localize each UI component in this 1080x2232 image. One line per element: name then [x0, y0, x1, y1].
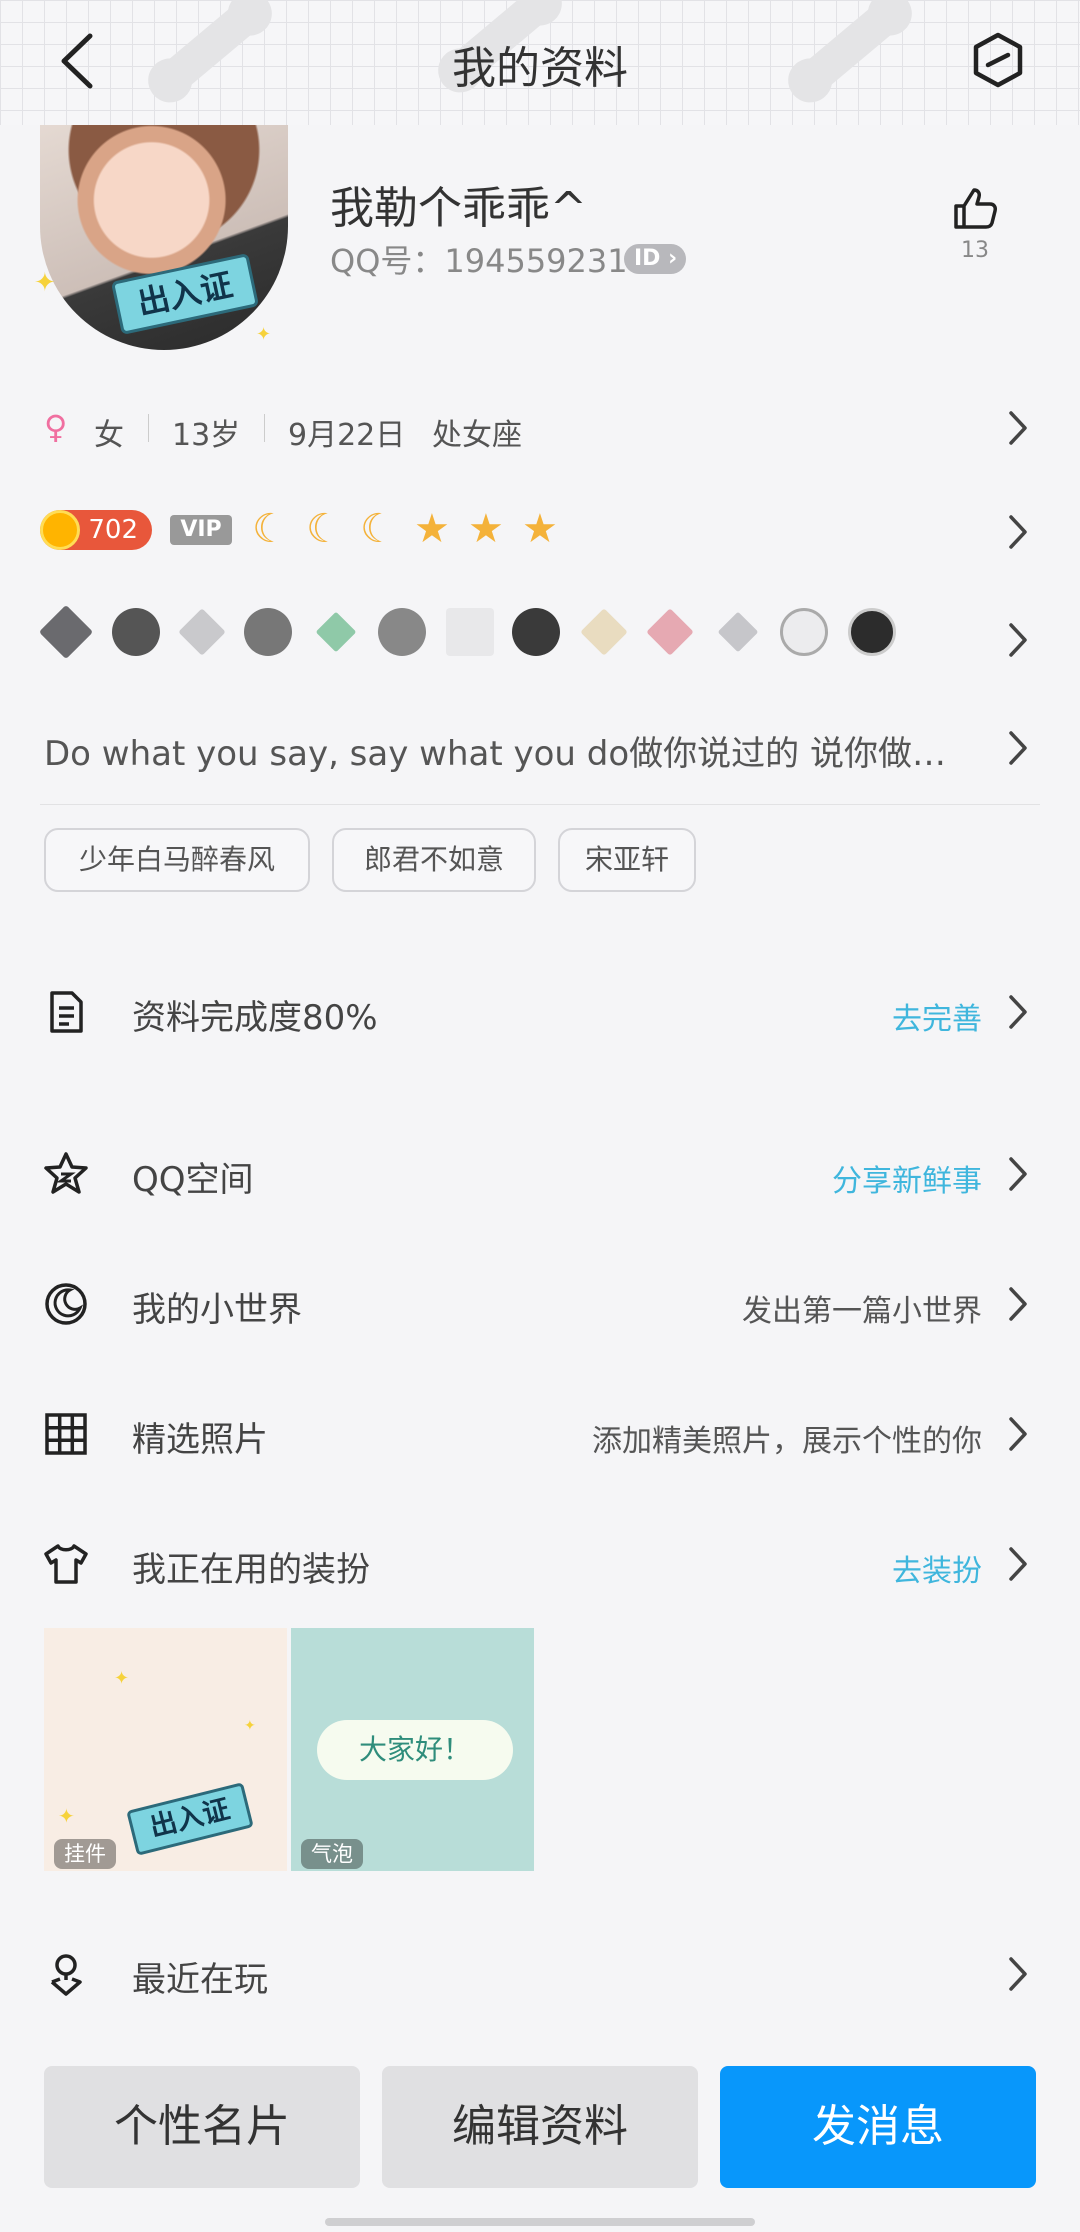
featured-photos-label: 精选照片 [132, 1420, 268, 1460]
home-indicator[interactable] [325, 2218, 755, 2226]
small-world-row[interactable]: 我的小世界 发出第一篇小世界 [0, 1264, 1080, 1344]
profile-card-button[interactable]: 个性名片 [44, 2066, 360, 2188]
qzone-row[interactable]: QQ空间 分享新鲜事 [0, 1134, 1080, 1214]
chevron-right-icon [1009, 623, 1027, 657]
page-title: 我的资料 [452, 43, 628, 94]
edit-profile-button[interactable]: 编辑资料 [382, 2066, 698, 2188]
pendant-dress-item[interactable]: ✦ ✦ ✦ 出入证 挂件 [44, 1628, 287, 1871]
dress-up-row[interactable]: 我正在用的装扮 去装扮 [0, 1524, 1080, 1604]
birthday-text: 9月22日 [288, 418, 406, 453]
tag-chip[interactable]: 少年白马醉春风 [44, 828, 310, 892]
chevron-right-icon [1009, 1287, 1027, 1321]
recently-playing-label: 最近在玩 [132, 1960, 268, 2000]
diamond-medal-icon [580, 608, 628, 656]
small-world-label: 我的小世界 [132, 1290, 302, 1330]
sparkle-icon: ✦ [58, 1804, 75, 1828]
tag-chip[interactable]: 宋亚轩 [558, 828, 696, 892]
id-badge[interactable]: ID › [624, 244, 686, 274]
thumbs-up-icon [954, 188, 997, 229]
basic-info-row[interactable]: ♀ 女 13岁 9月22日 处女座 [0, 398, 1080, 458]
moon-level-icon: ☾ [306, 506, 342, 552]
separator [264, 414, 265, 442]
zodiac-text: 处女座 [432, 418, 522, 453]
signature-text: Do what you say, say what you do做你说过的 说你… [44, 734, 974, 774]
diamond-medal-icon [717, 611, 759, 653]
chevron-right-icon [1009, 1957, 1027, 1991]
complete-profile-link[interactable]: 去完善 [892, 994, 982, 1038]
moon-level-icon: ☾ [360, 506, 396, 552]
moon-level-icon: ☾ [252, 506, 288, 552]
qq-number: QQ号：194559231 [330, 242, 628, 280]
send-message-button[interactable]: 发消息 [720, 2066, 1036, 2188]
diamond-medal-icon [178, 608, 226, 656]
separator [148, 414, 149, 442]
diamond-medal-icon [315, 611, 357, 653]
medal-icon [112, 608, 160, 656]
chevron-right-icon [1009, 731, 1027, 765]
cloud-medal-icon [780, 608, 828, 656]
post-first-world-link[interactable]: 发出第一篇小世界 [742, 1286, 982, 1330]
game-medal-icon [848, 608, 896, 656]
tag-chip[interactable]: 郎君不如意 [332, 828, 536, 892]
top-bar: 我的资料 [0, 0, 1080, 125]
chevron-right-icon [1009, 1417, 1027, 1451]
profile-completion-row[interactable]: 资料完成度80% 去完善 [0, 972, 1080, 1052]
medal-icon [244, 608, 292, 656]
sparkle-icon: ✦ [256, 324, 272, 345]
chevron-right-icon [1009, 411, 1027, 445]
sparkle-icon: ✦ [114, 1668, 130, 1689]
gender-text: 女 [94, 418, 124, 453]
chevron-right-icon [1009, 515, 1027, 549]
moon-circle-icon [45, 1283, 87, 1325]
medal-icon [446, 608, 494, 656]
divider [40, 804, 1040, 805]
like-button[interactable]: 13 [940, 186, 1010, 263]
chat-bubble-sample: 大家好！ [317, 1720, 513, 1780]
medal-icon [38, 604, 94, 660]
star-outline-icon [44, 1152, 88, 1194]
tshirt-icon [44, 1544, 88, 1584]
star-level-icon: ★ [414, 506, 450, 552]
level-coin-icon [40, 510, 80, 550]
star-level-icon: ★ [522, 506, 558, 552]
share-news-link[interactable]: 分享新鲜事 [832, 1156, 982, 1200]
level-row[interactable]: 702 VIP ☾ ☾ ☾ ★ ★ ★ [0, 500, 1080, 564]
featured-photos-row[interactable]: 精选照片 添加精美照片，展示个性的你 [0, 1394, 1080, 1474]
document-icon [50, 991, 83, 1033]
sparkle-icon: ✦ [34, 268, 56, 298]
bubble-dress-item[interactable]: 大家好！ 气泡 [291, 1628, 534, 1871]
settings-hexagon-icon[interactable] [970, 32, 1026, 88]
avatar[interactable]: 出入证 [40, 125, 288, 350]
go-dress-up-link[interactable]: 去装扮 [892, 1546, 982, 1590]
diamond-medal-icon [646, 608, 694, 656]
like-count: 13 [961, 238, 989, 263]
dress-up-label: 我正在用的装扮 [132, 1550, 370, 1590]
vip-badge: VIP [170, 515, 232, 545]
star-level-icon: ★ [468, 506, 504, 552]
pendant-badge: 出入证 [126, 1782, 254, 1856]
profile-completion-label: 资料完成度80% [132, 998, 378, 1038]
signature-row[interactable]: Do what you say, say what you do做你说过的 说你… [0, 718, 1080, 778]
recently-playing-row[interactable]: 最近在玩 [0, 1934, 1080, 2014]
age-text: 13岁 [172, 418, 241, 453]
qzone-label: QQ空间 [132, 1160, 254, 1200]
chevron-right-icon [1009, 1157, 1027, 1191]
grid-icon [45, 1413, 87, 1455]
crown-medal-icon [512, 608, 560, 656]
bubble-label: 气泡 [301, 1839, 363, 1869]
chevron-right-icon [1009, 995, 1027, 1029]
pendant-label: 挂件 [54, 1839, 116, 1869]
medal-icon [378, 608, 426, 656]
medal-row[interactable] [0, 600, 1080, 670]
location-pin-icon [50, 1954, 82, 1996]
female-icon: ♀ [44, 408, 68, 446]
add-photos-link[interactable]: 添加精美照片，展示个性的你 [592, 1416, 982, 1460]
sparkle-icon: ✦ [244, 1718, 256, 1734]
nickname: 我勒个乖乖^ [330, 183, 587, 234]
chevron-right-icon [1009, 1547, 1027, 1581]
